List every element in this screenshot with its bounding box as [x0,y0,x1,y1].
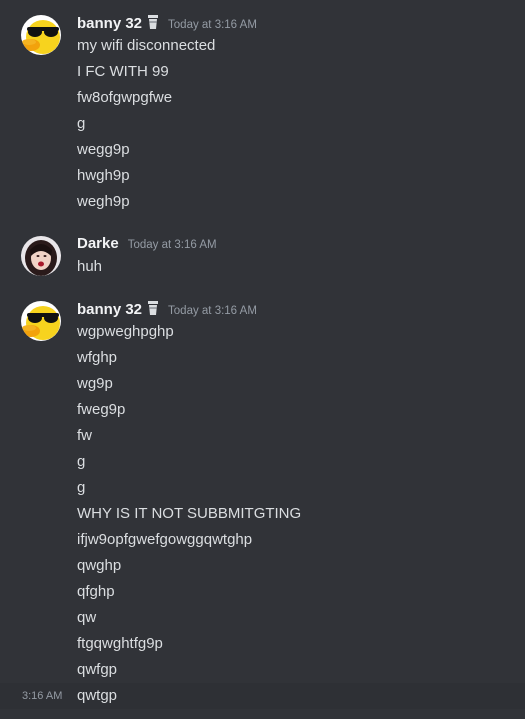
message-header: banny 32 Today at 3:16 AM [77,14,257,34]
message-text: g [77,115,86,132]
cup-icon [147,15,159,29]
message-text: qwtgp [77,687,118,704]
message-text: wgpweghpghp [77,323,174,340]
avatar[interactable] [21,15,61,55]
message-text: my wifi disconnected [77,37,216,54]
avatar[interactable] [21,236,61,276]
message-timestamp: Today at 3:16 AM [127,239,217,251]
message-text: hwgh9p [77,167,130,184]
message-text: ifjw9opfgwefgowggqwtghp [77,531,253,548]
duck-avatar-icon [21,15,61,55]
message-text: fw8ofgwpgfwe [77,89,173,106]
username[interactable]: Darke [77,235,119,252]
message-text: qw [77,609,97,626]
cup-icon [147,301,159,315]
message-text: I FC WITH 99 [77,63,169,80]
message-text: huh [77,258,103,275]
avatar[interactable] [21,301,61,341]
message-text: fweg9p [77,401,126,418]
duck-avatar-icon [21,301,61,341]
message-timestamp: Today at 3:16 AM [168,305,257,317]
message-header: Darke Today at 3:16 AM [77,235,217,255]
chat-messages: 3:16 AM banny 32 Today at 3:16 AM my wif… [0,0,525,719]
message-text: fw [77,427,92,444]
message-text: qwfgp [77,661,118,678]
message-text: qwghp [77,557,122,574]
message-text: qfghp [77,583,115,600]
message-text: g [77,453,86,470]
message-header: banny 32 Today at 3:16 AM [77,300,257,320]
message-text: WHY IS IT NOT SUBBMITGTING [77,505,302,522]
message-text: wfghp [77,349,118,366]
hover-timestamp: 3:16 AM [22,690,63,702]
message-text: g [77,479,86,496]
message-timestamp: Today at 3:16 AM [168,19,257,31]
username[interactable]: banny 32 [77,15,142,32]
username[interactable]: banny 32 [77,301,142,318]
message-text: ftgqwghtfg9p [77,635,163,652]
message-text: wegg9p [77,141,130,158]
girl-photo-avatar-icon [21,236,61,276]
message-text: wegh9p [77,193,130,210]
message-text: wg9p [77,375,113,392]
